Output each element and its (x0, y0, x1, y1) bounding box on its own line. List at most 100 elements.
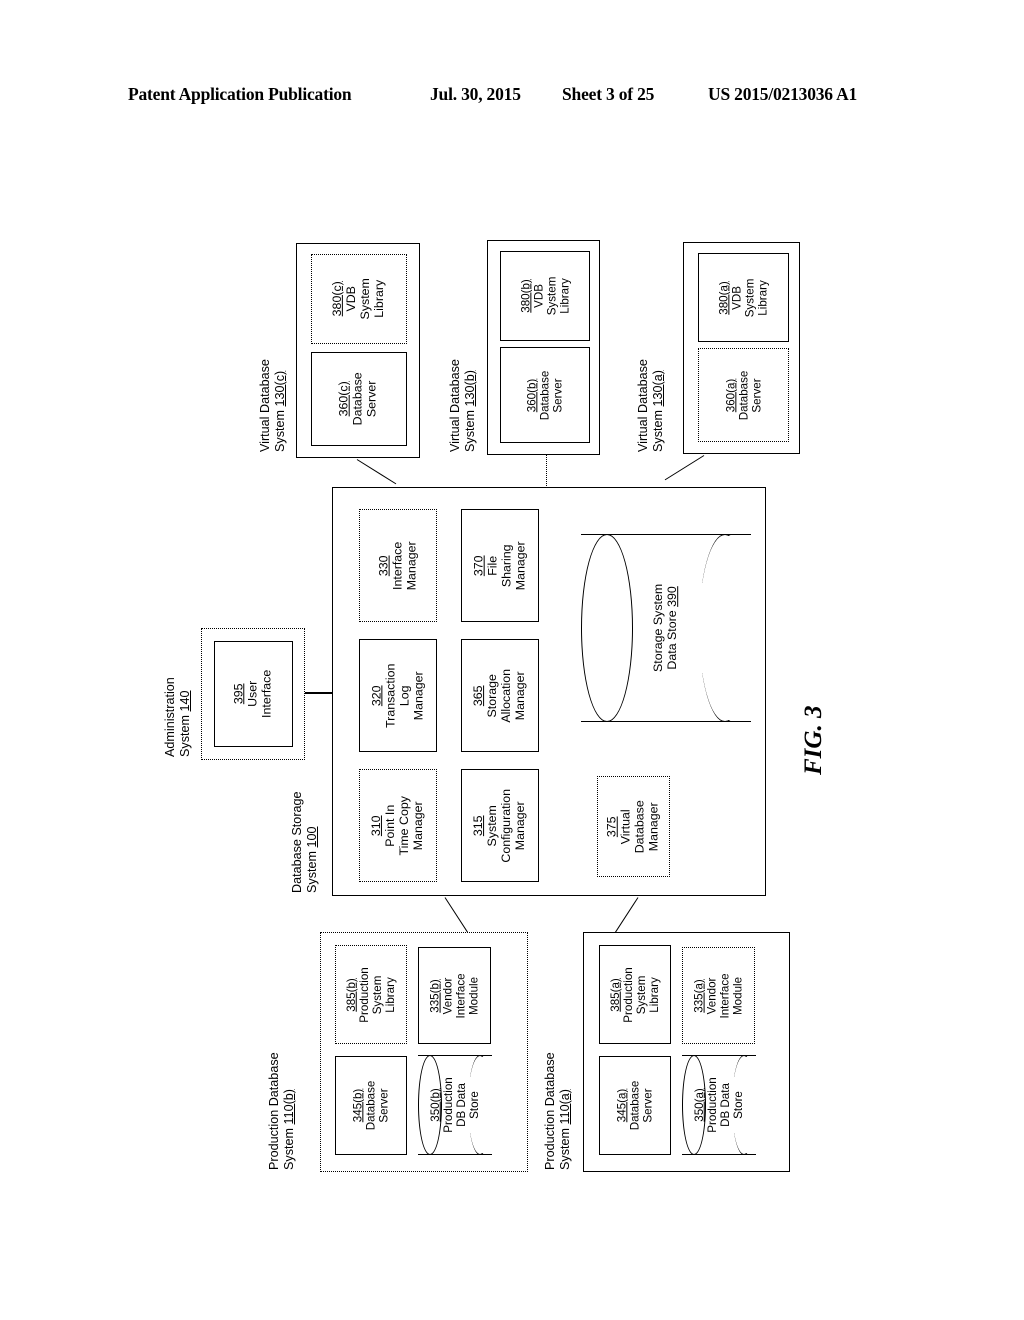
vdb-library-c-name2: System (358, 278, 372, 320)
interface-manager-ref: 330 (376, 555, 391, 576)
vdb-library-c-ref: 380(c) (330, 281, 345, 317)
administration-system-label-line2: System (177, 711, 192, 757)
vendor-interface-module-a-box: 335(a) Vendor Interface Module (682, 947, 755, 1044)
publication-header: Patent Application Publication Jul. 30, … (0, 84, 1024, 114)
production-system-b-label-line2: System (281, 1124, 296, 1170)
storage-system-data-store-cylinder: Storage System Data Store 390 (581, 534, 751, 722)
point-in-time-copy-manager-name3: Manager (410, 801, 425, 850)
production-data-store-a-name3: Store (731, 1091, 745, 1119)
database-storage-system-label-line2: System (304, 847, 319, 893)
production-database-server-b-box: 345(b) Database Server (335, 1056, 407, 1155)
production-db-data-store-a-cylinder: 350(a) Production DB Data Store (682, 1055, 756, 1155)
production-system-b-label: Production Database System 110(b) (267, 1052, 297, 1170)
interface-manager-name1: Interface (390, 541, 405, 590)
production-system-a-label-line2: System (557, 1124, 572, 1170)
point-in-time-copy-manager-name1: Point In (383, 804, 398, 847)
system-configuration-manager-name2: Configuration (498, 788, 513, 863)
file-sharing-manager-name3: Manager (512, 541, 527, 590)
vdb-server-a-ref: 360(a) (724, 378, 738, 412)
vendor-interface-a-name3: Module (731, 976, 745, 1015)
file-sharing-manager-box: 370 File Sharing Manager (461, 509, 539, 622)
database-storage-system-label: Database Storage System 100 (290, 791, 320, 893)
production-server-a-ref: 345(a) (615, 1088, 629, 1123)
storage-allocation-manager-name2: Allocation (498, 668, 513, 723)
vdb-server-c-name1: Database (351, 372, 366, 426)
vdb-library-c-name1: VDB (344, 286, 359, 312)
vdb-system-c-library-box: 380(c) VDB System Library (311, 254, 407, 344)
production-system-b-label-line1: Production Database (267, 1052, 281, 1170)
production-library-a-name2: System (635, 975, 648, 1014)
connector-vdb-c-to-storage (356, 459, 397, 485)
vdb-library-a-ref: 380(a) (717, 280, 731, 315)
production-data-store-a-name2: DB Data (719, 1083, 732, 1127)
vendor-interface-a-ref: 335(a) (692, 978, 706, 1013)
production-library-b-ref: 385(b) (345, 977, 359, 1012)
vdb-system-b-container: 380(b) VDB System Library 360(b) Databas… (487, 240, 600, 455)
vdb-server-c-name2: Server (364, 380, 379, 418)
vendor-interface-b-name2: Interface (454, 972, 468, 1019)
database-storage-system-ref: 100 (304, 826, 319, 848)
file-sharing-manager-name2: Sharing (499, 544, 513, 587)
vdb-system-a-library-box: 380(a) VDB System Library (698, 253, 789, 342)
vendor-interface-a-name1: Vendor (705, 977, 719, 1014)
vdb-library-c-name3: Library (371, 280, 386, 318)
storage-data-store-name2: Data Store (665, 607, 679, 670)
production-system-b-library-box: 385(b) Production System Library (335, 945, 407, 1044)
vendor-interface-b-name1: Vendor (441, 977, 455, 1014)
vdb-system-a-label: Virtual Database System 130(a) (636, 359, 666, 452)
point-in-time-copy-manager-name2: Time Copy (396, 795, 411, 856)
vdb-library-a-name3: Library (756, 279, 770, 316)
virtual-database-manager-box: 375 Virtual Database Manager (597, 776, 670, 877)
system-configuration-manager-name1: System (485, 804, 500, 847)
connector-vdb-b-to-storage (546, 455, 547, 488)
production-data-store-b-ref: 350(b) (429, 1088, 443, 1122)
vdb-system-b-ref: 130(b) (462, 370, 477, 407)
production-system-a-library-box: 385(a) Production System Library (599, 945, 671, 1044)
vendor-interface-a-name2: Interface (718, 972, 732, 1019)
production-data-store-b-name3: Store (467, 1091, 481, 1119)
transaction-log-manager-box: 320 Transaction Log Manager (359, 639, 437, 752)
production-data-store-a-ref: 350(a) (693, 1088, 707, 1122)
vdb-system-a-label-line1: Virtual Database (636, 359, 650, 452)
storage-allocation-manager-box: 365 Storage Allocation Manager (461, 639, 539, 752)
vdb-server-b-name2: Server (551, 377, 565, 413)
vdb-library-b-name2: System (545, 276, 558, 316)
production-server-a-name1: Database (628, 1080, 642, 1131)
patent-figure-page: Patent Application Publication Jul. 30, … (0, 0, 1024, 1320)
vdb-system-b-label-line1: Virtual Database (448, 359, 462, 452)
vendor-interface-module-b-box: 335(b) Vendor Interface Module (418, 947, 491, 1044)
connector-admin-to-storage (305, 692, 332, 694)
production-system-a-label: Production Database System 110(a) (543, 1052, 573, 1170)
vdb-system-b-label: Virtual Database System 130(b) (448, 359, 478, 452)
connector-vdb-a-to-storage (664, 455, 705, 481)
transaction-log-manager-name3: Manager (410, 671, 425, 720)
vdb-library-b-name1: VDB (532, 284, 546, 308)
vdb-system-c-container: 380(c) VDB System Library 360(c) Databas… (296, 243, 420, 458)
administration-system-label-line1: Administration (163, 677, 177, 757)
vdb-library-a-name1: VDB (730, 285, 744, 310)
production-library-a-ref: 385(a) (609, 977, 623, 1012)
vdb-system-b-label-line2: System (462, 406, 477, 452)
vdb-server-b-ref: 360(b) (525, 378, 539, 412)
production-db-data-store-b-cylinder: 350(b) Production DB Data Store (418, 1055, 492, 1155)
user-interface-box: 395 User Interface (214, 641, 293, 747)
header-publication-text: Patent Application Publication (128, 84, 352, 104)
vdb-system-a-container: 380(a) VDB System Library 360(a) Databas… (683, 242, 800, 454)
vendor-interface-b-ref: 335(b) (428, 978, 442, 1013)
administration-system-label: Administration System 140 (163, 677, 193, 757)
production-database-server-a-box: 345(a) Database Server (599, 1056, 671, 1155)
vendor-interface-b-name3: Module (467, 976, 481, 1015)
user-interface-name2: Interface (259, 669, 274, 719)
production-library-a-name1: Production (622, 966, 636, 1023)
vdb-system-b-library-box: 380(b) VDB System Library (500, 251, 590, 341)
vdb-server-a-name1: Database (737, 370, 750, 420)
vdb-system-c-server-box: 360(c) Database Server (311, 352, 407, 446)
production-data-store-a-name1: Production (706, 1077, 720, 1133)
user-interface-name1: User (245, 680, 260, 708)
administration-system-ref: 140 (177, 690, 192, 712)
file-sharing-manager-ref: 370 (471, 555, 486, 576)
header-sheet-text: Sheet 3 of 25 (562, 84, 655, 104)
database-storage-system-label-line1: Database Storage (290, 791, 304, 893)
vdb-system-c-ref: 130(c) (272, 370, 287, 407)
vdb-server-c-ref: 360(c) (337, 381, 352, 417)
